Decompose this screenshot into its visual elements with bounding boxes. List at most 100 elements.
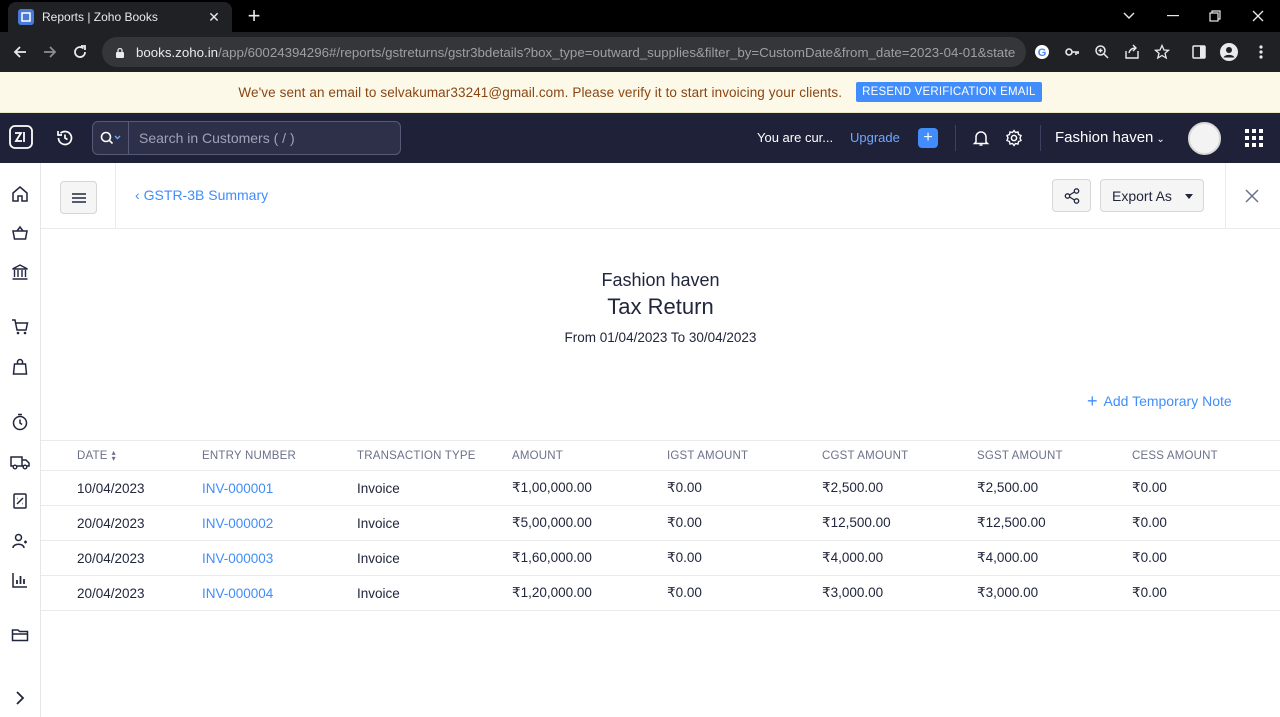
upgrade-link[interactable]: Upgrade <box>850 130 900 145</box>
purchases-bag-icon[interactable] <box>9 356 31 378</box>
export-as-label: Export As <box>1112 187 1172 204</box>
notification-bell-icon[interactable] <box>969 126 993 150</box>
amount-cell: ₹1,20,000.00 <box>512 585 592 600</box>
items-basket-icon[interactable] <box>9 222 31 244</box>
cgst-amount-cell: ₹2,500.00 <box>822 480 884 495</box>
report-title: Tax Return <box>607 294 714 319</box>
amount-cell: ₹5,00,000.00 <box>512 515 592 530</box>
column-header-amount: AMOUNT <box>512 449 564 462</box>
forward-arrow-icon[interactable] <box>38 40 62 64</box>
zoho-books-logo-icon[interactable] <box>8 124 34 150</box>
user-avatar[interactable] <box>1188 122 1221 155</box>
delivery-truck-icon[interactable] <box>9 451 31 473</box>
cess-amount-cell: ₹0.00 <box>1132 550 1167 565</box>
chevron-down-icon: ⌄ <box>1156 134 1165 145</box>
reports-chart-icon[interactable] <box>9 569 31 591</box>
browser-tab[interactable]: Reports | Zoho Books ✕ <box>8 2 232 32</box>
back-arrow-icon[interactable] <box>8 40 32 64</box>
cgst-amount-cell: ₹12,500.00 <box>822 515 891 530</box>
zoho-books-favicon-icon <box>18 9 34 25</box>
sales-cart-icon[interactable] <box>9 316 31 338</box>
entry-number-link[interactable]: INV-000004 <box>202 576 273 610</box>
table-row: 10/04/2023 INV-000001 Invoice ₹1,00,000.… <box>41 471 1280 506</box>
column-header-cess-amount: CESS AMOUNT <box>1132 449 1218 462</box>
toolbar-divider <box>115 163 116 229</box>
amount-cell: ₹1,00,000.00 <box>512 480 592 495</box>
quick-create-button[interactable]: + <box>918 128 938 148</box>
url-text: books.zoho.in/app/60024394296#/reports/g… <box>136 44 1016 60</box>
side-panel-icon[interactable] <box>1188 41 1210 63</box>
recent-history-icon[interactable] <box>53 126 77 150</box>
organization-switcher[interactable]: Fashion haven ⌄ <box>1055 129 1165 146</box>
new-tab-icon[interactable]: + <box>244 4 264 28</box>
entry-number-link[interactable]: INV-000002 <box>202 506 273 540</box>
sgst-amount-cell: ₹4,000.00 <box>977 550 1039 565</box>
sgst-amount-cell: ₹12,500.00 <box>977 515 1046 530</box>
address-bar[interactable]: books.zoho.in/app/60024394296#/reports/g… <box>102 37 1026 67</box>
report-menu-button[interactable] <box>60 181 97 214</box>
documents-folder-icon[interactable] <box>9 624 31 646</box>
transaction-type-cell: Invoice <box>357 585 400 601</box>
igst-amount-cell: ₹0.00 <box>667 585 702 600</box>
back-to-summary-link[interactable]: ‹ GSTR-3B Summary <box>135 187 268 203</box>
banking-icon[interactable] <box>9 261 31 283</box>
search-icon[interactable] <box>93 122 129 154</box>
close-tab-icon[interactable]: ✕ <box>206 9 222 26</box>
search-input[interactable] <box>139 130 389 146</box>
close-report-icon[interactable] <box>1243 187 1261 205</box>
zoom-icon[interactable] <box>1091 41 1113 63</box>
toolbar-divider-right <box>1225 163 1226 229</box>
close-window-icon[interactable] <box>1236 0 1280 32</box>
global-search[interactable] <box>92 121 401 155</box>
browser-tab-title: Reports | Zoho Books <box>42 10 158 24</box>
expand-sidebar-chevron-icon[interactable] <box>9 687 31 709</box>
verification-message: We've sent an email to selvakumar33241@g… <box>238 84 843 100</box>
reload-icon[interactable] <box>68 40 92 64</box>
date-cell: 10/04/2023 <box>77 480 145 496</box>
organization-name: Fashion haven <box>1055 129 1154 146</box>
home-icon[interactable] <box>9 183 31 205</box>
igst-amount-cell: ₹0.00 <box>667 515 702 530</box>
table-row: 20/04/2023 INV-000002 Invoice ₹5,00,000.… <box>41 506 1280 541</box>
caret-down-icon <box>1185 194 1193 199</box>
column-header-date[interactable]: DATE ▴ ▾ <box>77 441 116 470</box>
date-cell: 20/04/2023 <box>77 550 145 566</box>
entry-number-link[interactable]: INV-000003 <box>202 541 273 575</box>
add-temporary-note-link[interactable]: + Add Temporary Note <box>1087 392 1232 410</box>
time-tracking-icon[interactable] <box>9 411 31 433</box>
column-header-cgst-amount: CGST AMOUNT <box>822 449 909 462</box>
tab-search-icon[interactable] <box>1107 0 1151 32</box>
share-button[interactable] <box>1052 179 1091 212</box>
cess-amount-cell: ₹0.00 <box>1132 585 1167 600</box>
sort-icon[interactable]: ▴ ▾ <box>112 448 116 462</box>
cess-amount-cell: ₹0.00 <box>1132 480 1167 495</box>
share-page-icon[interactable] <box>1121 41 1143 63</box>
google-icon[interactable]: G <box>1031 41 1053 63</box>
contacts-icon[interactable] <box>9 530 31 552</box>
svg-text:G: G <box>1038 47 1047 59</box>
minimize-icon[interactable] <box>1151 0 1195 32</box>
entry-number-link[interactable]: INV-000001 <box>202 471 273 505</box>
igst-amount-cell: ₹0.00 <box>667 550 702 565</box>
profile-icon[interactable] <box>1218 41 1240 63</box>
app-grid-icon[interactable] <box>1242 126 1266 150</box>
resend-verification-button[interactable]: RESEND VERIFICATION EMAIL <box>856 82 1042 102</box>
bookmark-star-icon[interactable] <box>1151 41 1173 63</box>
tax-return-table: DATE ▴ ▾ ENTRY NUMBER TRANSACTION TYPE AMO… <box>41 440 1280 611</box>
chrome-menu-icon[interactable] <box>1250 41 1272 63</box>
cess-amount-cell: ₹0.00 <box>1132 515 1167 530</box>
settings-gear-icon[interactable] <box>1002 126 1026 150</box>
cgst-amount-cell: ₹3,000.00 <box>822 585 884 600</box>
report-date-range: From 01/04/2023 To 30/04/2023 <box>564 330 757 345</box>
export-as-dropdown[interactable]: Export As <box>1100 179 1204 212</box>
accountant-icon[interactable] <box>9 490 31 512</box>
restore-icon[interactable] <box>1193 0 1237 32</box>
igst-amount-cell: ₹0.00 <box>667 480 702 495</box>
sgst-amount-cell: ₹2,500.00 <box>977 480 1039 495</box>
header-divider <box>955 125 956 151</box>
key-icon[interactable] <box>1061 41 1083 63</box>
hamburger-icon <box>71 192 86 203</box>
browser-tab-bar: Reports | Zoho Books ✕ + <box>0 0 1280 32</box>
add-note-label: Add Temporary Note <box>1103 393 1232 409</box>
browser-toolbar: books.zoho.in/app/60024394296#/reports/g… <box>0 32 1280 72</box>
